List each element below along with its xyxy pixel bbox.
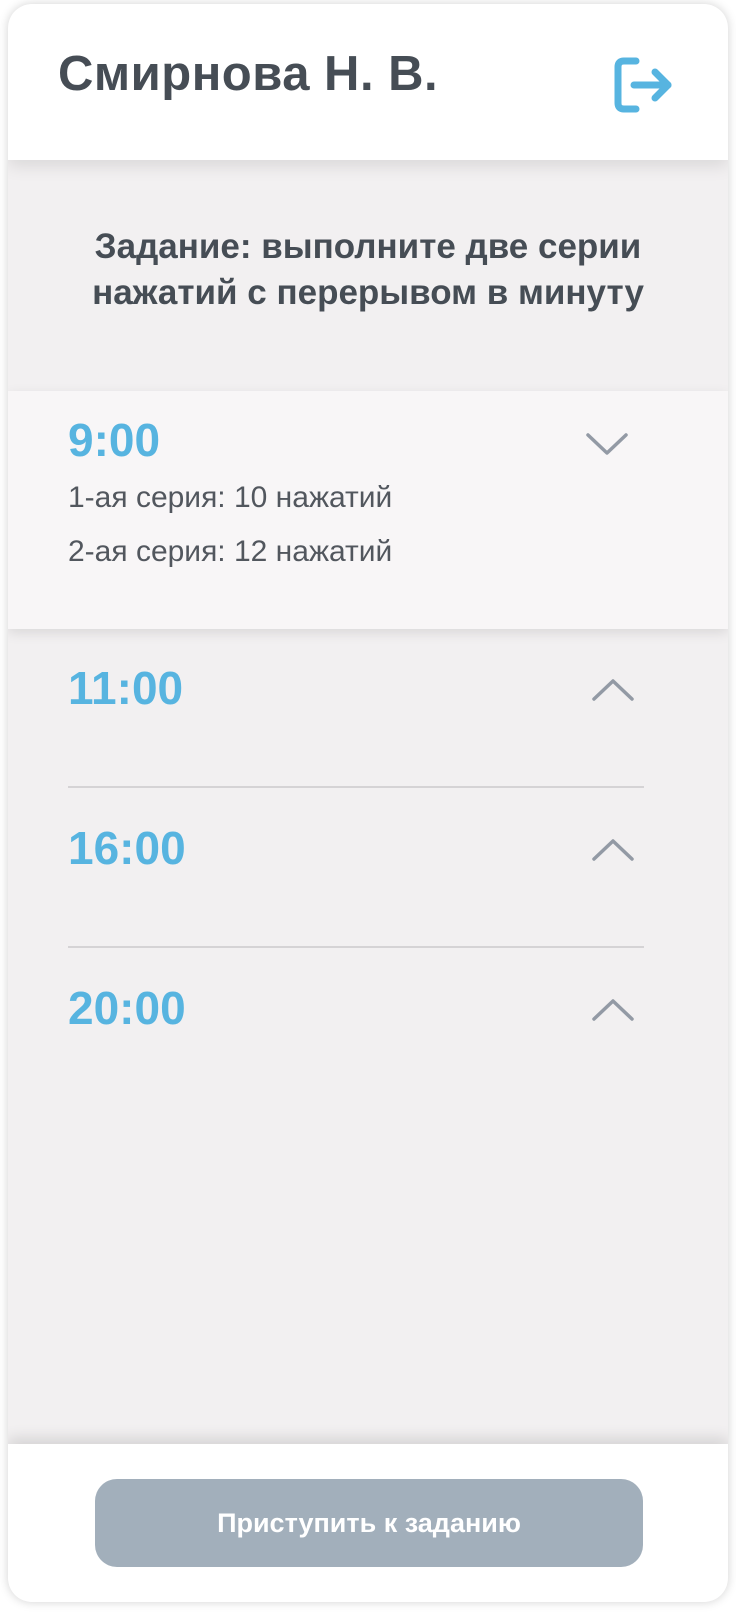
slot-time: 20:00 (68, 982, 186, 1034)
schedule-slot-11-00[interactable]: 11:00 (8, 629, 728, 779)
task-line-1: Задание: выполните две серии (94, 227, 642, 266)
series-1-text: 1-ая серия: 10 нажатий (68, 481, 393, 514)
app-frame: Смирнова Н. В. Задание: выполните две се… (8, 4, 728, 1602)
footer: Приступить к заданию (8, 1444, 728, 1602)
chevron-up-icon[interactable] (591, 677, 635, 703)
series-2-text: 2-ая серия: 12 нажатий (68, 535, 393, 568)
schedule-slot-9-00[interactable]: 9:00 1-ая серия: 10 нажатий 2-ая серия: … (8, 391, 728, 629)
logout-icon[interactable] (612, 56, 674, 114)
slot-time: 9:00 (68, 414, 161, 466)
task-description: Задание: выполните две серии нажатий с п… (8, 224, 728, 316)
slot-time: 16:00 (68, 822, 186, 874)
start-task-button[interactable]: Приступить к заданию (95, 1479, 643, 1567)
task-line-2: нажатий с перерывом в минуту (92, 273, 644, 312)
schedule-slot-16-00[interactable]: 16:00 (8, 789, 728, 939)
header: Смирнова Н. В. (8, 4, 728, 160)
chevron-up-icon[interactable] (591, 997, 635, 1023)
chevron-up-icon[interactable] (591, 837, 635, 863)
schedule-slot-20-00[interactable]: 20:00 (8, 949, 728, 1099)
divider (68, 946, 644, 948)
chevron-down-icon[interactable] (585, 431, 629, 457)
divider (68, 786, 644, 788)
slot-time: 11:00 (68, 662, 184, 714)
user-name: Смирнова Н. В. (58, 47, 439, 101)
